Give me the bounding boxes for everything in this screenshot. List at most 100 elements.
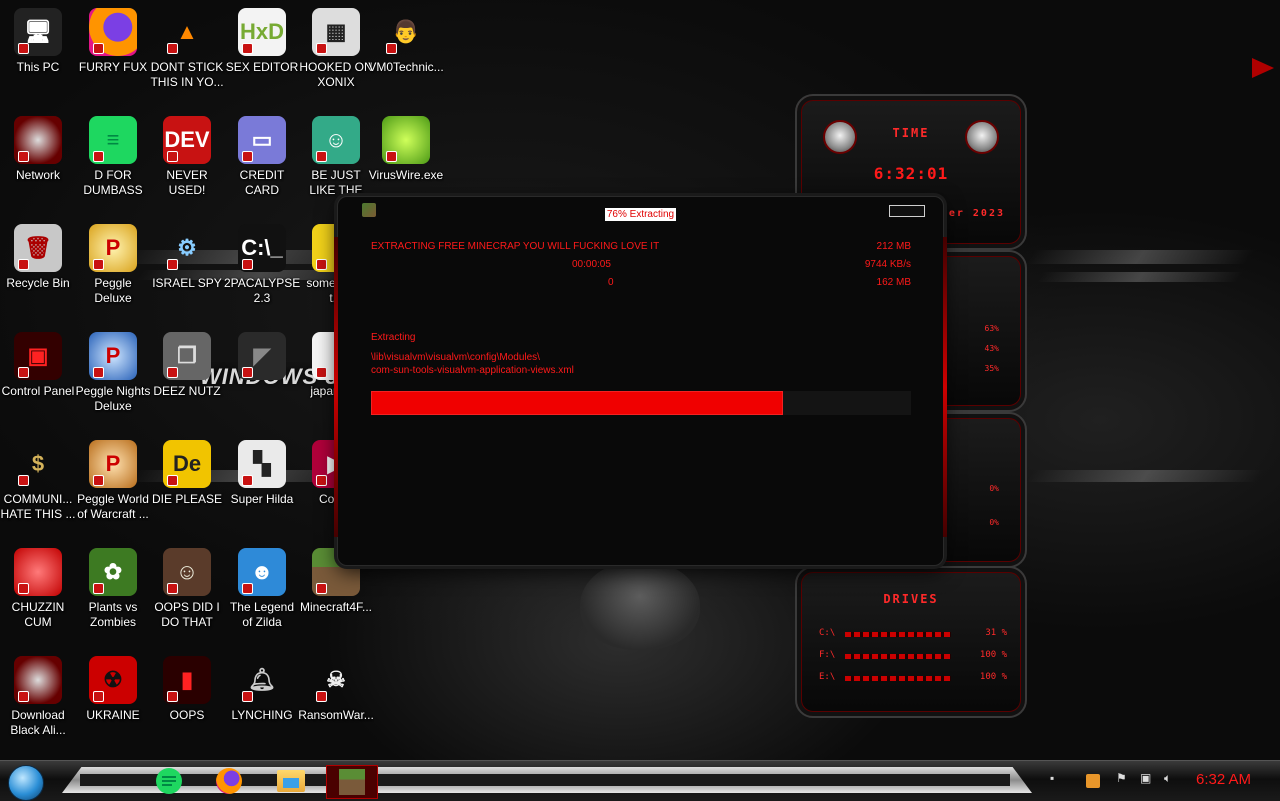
desktop-icon[interactable]: ☠ RansomWar... — [298, 656, 374, 723]
drive-letter: F:\ — [819, 650, 836, 660]
alien-network-icon — [14, 116, 62, 164]
app-tray-icon[interactable] — [1086, 774, 1100, 788]
status-label: Extracting — [371, 332, 416, 343]
desktop-icon[interactable]: ☺ BE JUST LIKE THE DUDE! — [298, 116, 374, 198]
desktop-icon[interactable]: ▣ Control Panel — [0, 332, 76, 399]
desktop-icon[interactable]: ▚ Super Hilda — [224, 440, 300, 507]
desktop-icon[interactable]: ❐ DEEZ NUTZ — [149, 332, 225, 399]
icon-symbol: C:\_ — [241, 235, 283, 260]
corner-arrow-icon[interactable] — [1252, 58, 1274, 78]
dark-app-icon: ◤ — [238, 332, 286, 380]
show-hidden-icon[interactable]: ▪ — [1050, 771, 1054, 785]
desktop-icon[interactable]: ☢ UKRAINE — [75, 656, 151, 723]
taskbar-app-minecraft[interactable] — [326, 765, 378, 799]
desktop-icon-label: Super Hilda — [230, 492, 294, 506]
minimize-button[interactable] — [889, 205, 925, 217]
current-path: \lib\visualvm\visualvm\config\Modules\ — [371, 352, 540, 363]
icon-symbol: ❐ — [177, 343, 197, 368]
desktop-icon[interactable]: ▦ HOOKED ON XONIX — [298, 8, 374, 90]
desktop-icon[interactable]: VirusWire.exe — [368, 116, 444, 183]
desktop-icon-label: DEEZ NUTZ — [153, 384, 221, 398]
dialog-titlebar[interactable]: 76% Extracting — [338, 197, 943, 223]
green-chat-icon — [156, 768, 182, 794]
cpu-percent: 35% — [984, 364, 999, 373]
icon-symbol: ☻ — [250, 559, 274, 584]
desktop-icon[interactable]: ☺ OOPS DID I DO THAT — [149, 548, 225, 630]
desktop-icon[interactable]: ▮ OOPS — [149, 656, 225, 723]
desktop-icon[interactable]: 🔔︎ LYNCHING — [224, 656, 300, 723]
taskbar-app-firefox[interactable] — [212, 765, 246, 797]
start-button[interactable] — [8, 765, 44, 801]
desktop-icon[interactable]: FURRY FUX — [75, 8, 151, 75]
desktop-icon[interactable]: 🗑 Recycle Bin — [0, 224, 76, 291]
icon-symbol: $ — [31, 451, 45, 476]
icon-symbol: 🖥 — [24, 19, 52, 44]
shortcut-badge-icon — [242, 43, 253, 54]
desktop-icon[interactable]: ◤ — [224, 332, 300, 384]
drives-gadget[interactable]: DRIVES C:\ 31 % F:\ 100 % E:\ 100 % — [795, 566, 1027, 718]
volume-icon[interactable]: 🔈︎ — [1164, 771, 1171, 786]
desktop-icon-label: Download Black Ali... — [10, 708, 66, 737]
wallpaper-streak — [1025, 470, 1265, 482]
icon-symbol: 👨 — [392, 19, 420, 44]
desktop-icon[interactable]: HxD SEX EDITOR — [224, 8, 300, 75]
desktop-icon[interactable]: ≡ D FOR DUMBASS — [75, 116, 151, 198]
icon-symbol: 🗑 — [24, 235, 52, 260]
desktop-icon[interactable]: DEV NEVER USED! — [149, 116, 225, 198]
desktop-icon[interactable]: $ COMMUNI... HATE THIS ... — [0, 440, 76, 522]
desktop-icon-label: HOOKED ON XONIX — [299, 60, 373, 89]
desktop-icon[interactable]: ▲ DONT STICK THIS IN YO... — [149, 8, 225, 90]
shortcut-badge-icon — [93, 475, 104, 486]
desktop-icon[interactable]: 🖥 This PC — [0, 8, 76, 75]
network-icon[interactable]: ▣ — [1140, 771, 1151, 785]
desktop-icon-label: OOPS DID I DO THAT — [154, 600, 220, 629]
dialog-title: 76% Extracting — [338, 204, 943, 222]
shortcut-badge-icon — [93, 151, 104, 162]
desktop-icon[interactable]: 👨 VM0Technic... — [368, 8, 444, 75]
desktop-icon[interactable]: ▭ CREDIT CARD CHECKER — [224, 116, 300, 198]
desktop-icon-label: This PC — [16, 60, 60, 74]
desktop-icon-label: 2PACALYPSE 2.3 — [224, 276, 300, 305]
progress-bar — [371, 391, 911, 415]
desktop-icon[interactable]: Network — [0, 116, 76, 183]
shortcut-badge-icon — [167, 475, 178, 486]
icon-symbol: P — [105, 451, 121, 476]
desktop-icon[interactable]: CHUZZIN CUM — [0, 548, 76, 630]
extraction-dialog: 76% Extracting EXTRACTING FREE MINECRAP … — [334, 196, 947, 566]
shortcut-badge-icon — [242, 151, 253, 162]
desktop-icon[interactable]: P Peggle Deluxe — [75, 224, 151, 306]
transfer-speed: 9744 KB/s — [864, 259, 911, 270]
desktop-icon[interactable]: P Peggle World of Warcraft ... — [75, 440, 151, 522]
credit-card-icon: ▭ — [238, 116, 286, 164]
control-panel-icon: ▣ — [14, 332, 62, 380]
taskbar-app-explorer[interactable] — [274, 765, 308, 797]
desktop-icon-label: VirusWire.exe — [368, 168, 444, 182]
taskbar-app-chat[interactable] — [152, 765, 186, 797]
icon-symbol: ☢ — [103, 667, 123, 692]
desktop-icon[interactable]: Download Black Ali... — [0, 656, 76, 738]
drive-percent: 31 % — [985, 628, 1007, 638]
progress-fill — [371, 391, 784, 415]
shortcut-badge-icon — [18, 43, 29, 54]
desktop-icon[interactable]: ⚙ ISRAEL SPY — [149, 224, 225, 291]
shortcut-badge-icon — [242, 367, 253, 378]
wallpaper-streak — [1036, 272, 1244, 282]
de-icon: De — [163, 440, 211, 488]
shortcut-badge-icon — [93, 43, 104, 54]
icon-symbol: ⚙ — [177, 235, 197, 260]
desktop-icon[interactable]: ☻ The Legend of Zilda — [224, 548, 300, 630]
xonix-game-icon: ▦ — [312, 8, 360, 56]
icon-symbol: ▦ — [325, 19, 347, 44]
desktop-icon-label: CHUZZIN CUM — [11, 600, 65, 629]
desktop: WINDOWS 8 🖥This PCFURRY FUX▲DONT STICK T… — [0, 0, 1280, 760]
desktop-icon[interactable]: ✿ Plants vs Zombies — [75, 548, 151, 630]
desktop-icon[interactable]: P Peggle Nights Deluxe — [75, 332, 151, 414]
icon-symbol: ☺ — [324, 127, 348, 152]
bell-icon: 🔔︎ — [238, 656, 286, 704]
portrait-icon: ☺ — [163, 548, 211, 596]
desktop-icon[interactable]: C:\_ 2PACALYPSE 2.3 — [224, 224, 300, 306]
flag-icon[interactable]: ⚑ — [1116, 771, 1127, 785]
desktop-icon[interactable]: De DIE PLEASE — [149, 440, 225, 507]
taskbar-clock[interactable]: 6:32 AM — [1196, 771, 1251, 788]
shortcut-badge-icon — [93, 259, 104, 270]
